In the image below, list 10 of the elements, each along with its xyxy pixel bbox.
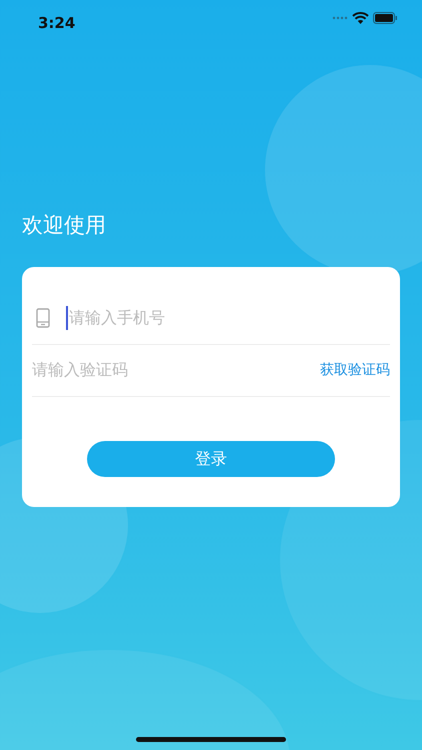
status-time: 3:24 — [38, 13, 76, 34]
login-button[interactable]: 登录 — [87, 440, 335, 476]
wifi-icon — [352, 12, 369, 24]
signal-icon — [332, 16, 348, 20]
get-code-button[interactable]: 获取验证码 — [320, 360, 390, 380]
code-field[interactable]: 请输入验证码 — [32, 358, 320, 382]
battery-icon — [373, 12, 398, 24]
phone-field[interactable]: 请输入手机号 — [66, 306, 390, 330]
phone-icon — [36, 308, 50, 328]
welcome-title: 欢迎使用 — [22, 212, 107, 239]
